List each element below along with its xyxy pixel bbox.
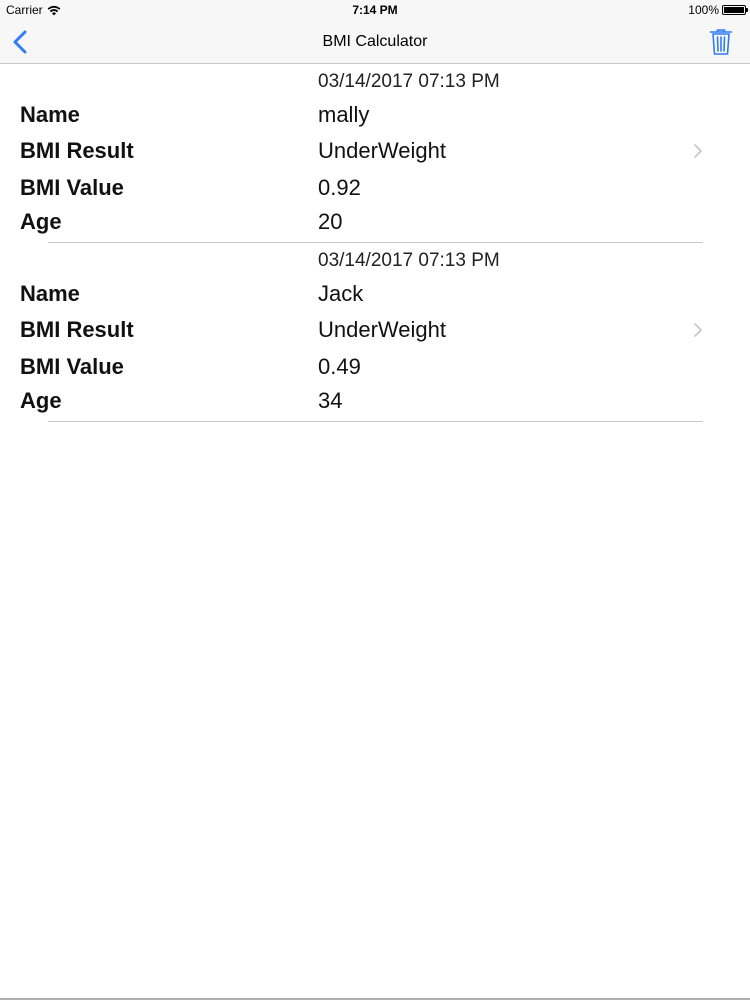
bmi-value-label: BMI Value: [20, 354, 124, 379]
status-time: 7:14 PM: [352, 3, 398, 17]
page-title: BMI Calculator: [322, 33, 428, 50]
battery-indicator: 100%: [688, 3, 748, 17]
name-value: mally: [318, 102, 370, 127]
age-row: Age 20: [20, 209, 700, 239]
name-value: Jack: [318, 281, 364, 306]
name-label: Name: [20, 281, 80, 306]
battery-percent: 100%: [688, 3, 719, 17]
list-item[interactable]: 03/14/2017 07:13 PM Name Jack BMI Result…: [0, 243, 750, 422]
name-label: Name: [20, 102, 80, 127]
bmi-value-value: 0.49: [318, 354, 361, 379]
bmi-value-label: BMI Value: [20, 175, 124, 200]
delete-button[interactable]: [708, 28, 734, 56]
name-row: Name mally: [20, 102, 700, 132]
navigation-bar: BMI Calculator: [0, 22, 750, 64]
bmi-result-value: UnderWeight: [318, 138, 446, 163]
age-row: Age 34: [20, 388, 700, 418]
age-label: Age: [20, 388, 62, 413]
battery-icon: [722, 5, 748, 15]
bmi-result-row: BMI Result UnderWeight: [20, 317, 700, 347]
status-bar: Carrier 7:14 PM 100%: [0, 0, 750, 22]
record-date: 03/14/2017 07:13 PM: [318, 250, 500, 271]
record-date: 03/14/2017 07:13 PM: [318, 71, 500, 92]
screen: Carrier 7:14 PM 100% BMI Calculator 03/1…: [0, 0, 750, 1000]
bmi-value-row: BMI Value 0.49: [20, 354, 700, 384]
age-label: Age: [20, 209, 62, 234]
chevron-right-icon: [694, 323, 702, 337]
bmi-result-value: UnderWeight: [318, 317, 446, 342]
bmi-result-row: BMI Result UnderWeight: [20, 138, 700, 168]
bmi-value-row: BMI Value 0.92: [20, 175, 700, 205]
bmi-result-label: BMI Result: [20, 138, 134, 163]
bmi-result-label: BMI Result: [20, 317, 134, 342]
trash-icon: [709, 29, 733, 55]
row-separator: [48, 421, 703, 422]
bmi-value-value: 0.92: [318, 175, 361, 200]
bmi-history-list: 03/14/2017 07:13 PM Name mally BMI Resul…: [0, 64, 750, 422]
chevron-right-icon: [694, 144, 702, 158]
name-row: Name Jack: [20, 281, 700, 311]
age-value: 34: [318, 388, 343, 413]
list-item[interactable]: 03/14/2017 07:13 PM Name mally BMI Resul…: [0, 64, 750, 243]
age-value: 20: [318, 209, 343, 234]
